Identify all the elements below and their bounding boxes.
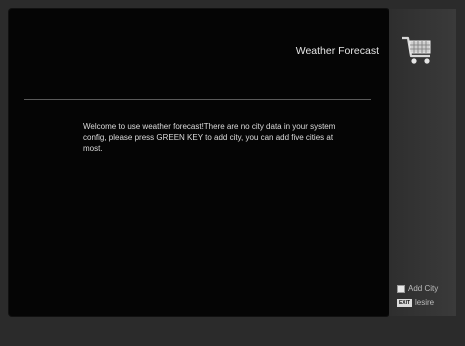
main-panel: Weather Forecast Welcome to use weather … xyxy=(9,9,389,316)
legend-add-city-label: Add City xyxy=(408,284,439,293)
legend-exit[interactable]: EXIT lesire xyxy=(397,298,434,307)
shopping-cart-icon xyxy=(402,36,431,64)
tv-screen: Weather Forecast Welcome to use weather … xyxy=(0,0,465,346)
legend-add-city[interactable]: Add City xyxy=(397,284,438,293)
page-title: Weather Forecast xyxy=(295,45,379,57)
info-message: Welcome to use weather forecast!There ar… xyxy=(83,122,336,153)
exit-key-icon: EXIT xyxy=(397,298,412,307)
white-key-icon xyxy=(397,284,405,293)
header-divider xyxy=(24,99,371,100)
legend-exit-label: lesire xyxy=(415,298,435,307)
